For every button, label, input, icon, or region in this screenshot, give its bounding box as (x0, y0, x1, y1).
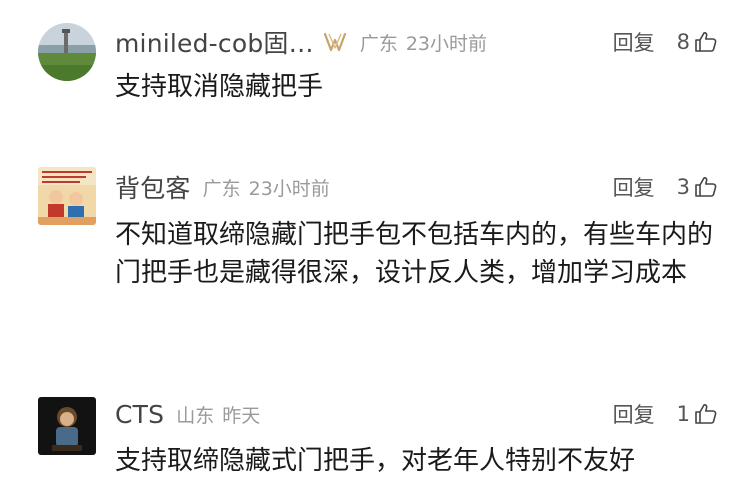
like-button[interactable]: 1 (677, 402, 718, 426)
username[interactable]: CTS (115, 400, 164, 429)
reply-button[interactable]: 回复 (613, 172, 655, 202)
avatar[interactable] (38, 167, 96, 225)
like-count: 1 (676, 402, 690, 426)
comment-item: CTS 山东 昨天 回复 1 支持取缔隐藏式门把手，对老年人特别不友好 (0, 370, 756, 496)
reply-button[interactable]: 回复 (613, 399, 655, 429)
comment-text: 不知道取缔隐藏门把手包不包括车内的，有些车内的门把手也是藏得很深，设计反人类，增… (115, 220, 714, 288)
timestamp: 23小时前 (248, 177, 330, 200)
comment-meta: CTS 山东 昨天 (115, 397, 260, 431)
comment-text: 支持取缔隐藏式门把手，对老年人特别不友好 (115, 446, 636, 476)
like-count: 3 (676, 175, 690, 199)
comment-actions: 回复 8 (613, 25, 718, 59)
like-button[interactable]: 8 (677, 30, 718, 54)
location: 山东 (176, 404, 215, 427)
comment-actions: 回复 3 (613, 170, 718, 204)
location: 广东 (202, 177, 241, 200)
username[interactable]: miniled-cob固… (115, 24, 314, 60)
comment-meta: miniled-cob固… 广东 23小时前 (115, 25, 487, 59)
timestamp: 昨天 (222, 404, 261, 427)
username[interactable]: 背包客 (115, 169, 191, 205)
comment-item: miniled-cob固… 广东 23小时前 回复 8 支持取消隐藏把手 (0, 0, 756, 130)
comment-text: 支持取消隐藏把手 (115, 72, 324, 102)
timestamp: 23小时前 (405, 32, 488, 55)
location: 广东 (359, 32, 398, 55)
comment-meta: 背包客 广东 23小时前 (115, 170, 330, 204)
thumbs-up-icon (694, 175, 718, 199)
vip-badge-icon (322, 29, 348, 55)
thumbs-up-icon (694, 30, 718, 54)
avatar[interactable] (38, 397, 96, 455)
avatar[interactable] (38, 23, 96, 81)
like-count: 8 (676, 30, 690, 54)
comment-actions: 回复 1 (613, 397, 718, 431)
reply-button[interactable]: 回复 (613, 27, 655, 57)
like-button[interactable]: 3 (677, 175, 718, 199)
comment-item: 背包客 广东 23小时前 回复 3 不知道取缔隐藏门把手包不包括车内的，有些车内… (0, 130, 756, 370)
thumbs-up-icon (694, 402, 718, 426)
